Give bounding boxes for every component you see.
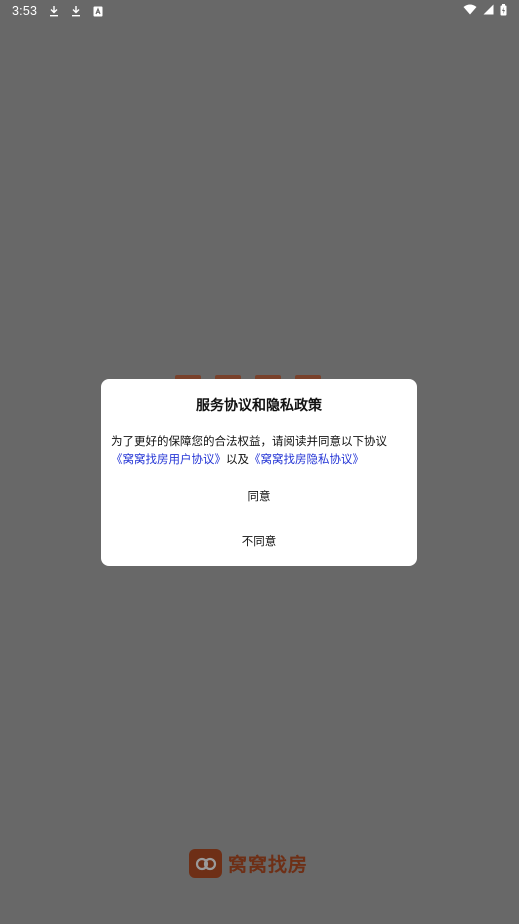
battery-icon [500,3,507,19]
privacy-agreement-link[interactable]: 《窝窝找房隐私协议》 [249,452,364,466]
signal-icon [483,4,494,18]
status-right [463,3,507,19]
wifi-icon [463,4,477,18]
brand-name: 窝窝找房 [228,854,309,876]
agree-button[interactable]: 同意 [101,486,417,506]
user-agreement-link[interactable]: 《窝窝找房用户协议》 [111,452,226,466]
dialog-conjunction: 以及 [226,452,249,466]
status-bar: 3:53 [0,0,519,22]
brand-footer: 窝窝找房 [189,849,308,878]
privacy-dialog: 服务协议和隐私政策 为了更好的保障您的合法权益，请阅读并同意以下协议 《窝窝找房… [101,379,417,566]
download-icon [49,5,59,17]
dialog-body-text: 为了更好的保障您的合法权益，请阅读并同意以下协议 [111,434,387,448]
disagree-button[interactable]: 不同意 [101,531,417,551]
dialog-title: 服务协议和隐私政策 [196,398,322,414]
house-logo-icon [189,849,222,878]
status-left: 3:53 [12,4,103,18]
dialog-body: 为了更好的保障您的合法权益，请阅读并同意以下协议 《窝窝找房用户协议》以及《窝窝… [101,432,417,468]
download-icon [71,5,81,17]
status-time: 3:53 [12,4,38,18]
a-box-icon [93,5,103,17]
